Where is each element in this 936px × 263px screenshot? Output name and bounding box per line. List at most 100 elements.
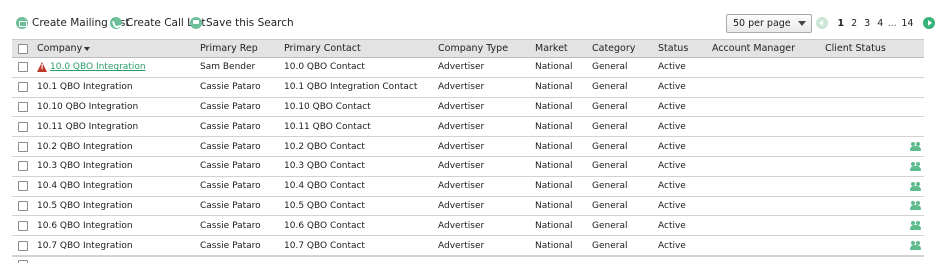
company-name: 10.11 QBO Integration	[37, 121, 139, 132]
table-row[interactable]: 10.7 QBO Integration Cassie Pataro 10.7 QB…	[12, 236, 924, 256]
chevron-down-icon	[798, 21, 806, 26]
cell-company-type: Advertiser	[438, 82, 485, 93]
header-market[interactable]: Market	[535, 40, 568, 57]
cell-company: 10.5 QBO Integration	[37, 197, 133, 216]
cell-company: 10.10 QBO Integration	[37, 98, 138, 117]
row-checkbox[interactable]	[18, 82, 28, 93]
cell-category: General	[592, 141, 628, 152]
previous-page-icon[interactable]	[816, 17, 828, 29]
cell-status: Active	[658, 181, 686, 192]
table-row[interactable]: 10.4 QBO Integration Cassie Pataro 10.4 QB…	[12, 176, 924, 197]
cell-status: Active	[658, 101, 686, 112]
company-name[interactable]: 10.0 QBO Integration	[50, 62, 146, 72]
row-checkbox[interactable]	[18, 220, 28, 231]
cell-category: General	[592, 200, 628, 211]
cell-primary-rep: Cassie Pataro	[200, 82, 261, 93]
row-checkbox[interactable]	[18, 121, 28, 132]
toolbar: Create Mailing List Create Call List Sav…	[0, 0, 936, 40]
page-link-3[interactable]: 3	[864, 18, 870, 29]
row-select	[18, 157, 28, 176]
page-link-1[interactable]: 1	[838, 18, 845, 29]
company-name: 10.5 QBO Integration	[37, 200, 133, 211]
header-account-manager[interactable]: Account Manager	[712, 40, 795, 57]
cell-market: National	[535, 121, 573, 132]
cell-client-status	[910, 177, 922, 196]
cell-category: General	[592, 181, 628, 192]
cell-client-status	[910, 236, 922, 255]
cell-company: 10.6 QBO Integration	[37, 216, 133, 235]
page-link-last[interactable]: 14	[901, 18, 913, 29]
cell-primary-rep: Cassie Pataro	[200, 220, 261, 231]
row-select	[18, 216, 28, 235]
company-name: 10.6 QBO Integration	[37, 220, 133, 231]
table-body: 10.0 QBO Integration Sam Bender 10.0 QBO C…	[12, 58, 924, 256]
row-checkbox[interactable]	[18, 141, 28, 152]
table-row[interactable]: 10.3 QBO Integration Cassie Pataro 10.3 QB…	[12, 156, 924, 177]
cell-primary-rep: Cassie Pataro	[200, 240, 261, 251]
row-checkbox[interactable]	[18, 62, 28, 73]
header-company-type[interactable]: Company Type	[438, 40, 508, 57]
sort-desc-icon	[84, 46, 91, 51]
table-row[interactable]: 10.5 QBO Integration Cassie Pataro 10.5 QB…	[12, 196, 924, 217]
cell-status: Active	[658, 240, 686, 251]
cell-market: National	[535, 62, 573, 73]
cell-company-type: Advertiser	[438, 181, 485, 192]
cell-primary-rep: Cassie Pataro	[200, 141, 261, 152]
table-row[interactable]: 10.10 QBO Integration Cassie Pataro 10.10 …	[12, 97, 924, 118]
header-company[interactable]: Company	[37, 40, 91, 57]
cell-company-type: Advertiser	[438, 141, 485, 152]
row-select	[18, 117, 28, 136]
group-icon[interactable]	[910, 142, 922, 152]
row-checkbox[interactable]	[18, 181, 28, 192]
per-page-value: 50 per page	[733, 18, 791, 29]
group-icon[interactable]	[910, 221, 922, 231]
group-icon[interactable]	[910, 181, 922, 191]
cell-company-type: Advertiser	[438, 62, 485, 73]
company-name: 10.1 QBO Integration	[37, 82, 133, 93]
per-page-select[interactable]: 50 per page	[726, 14, 812, 33]
group-icon[interactable]	[910, 201, 922, 211]
save-search-label: Save this Search	[206, 17, 294, 29]
cell-client-status	[910, 197, 922, 216]
cell-status: Active	[658, 161, 686, 172]
cell-market: National	[535, 161, 573, 172]
page-link-4[interactable]: 4	[877, 18, 883, 29]
select-all-checkbox[interactable]	[18, 43, 28, 54]
row-checkbox[interactable]	[18, 200, 28, 211]
row-checkbox[interactable]	[18, 161, 28, 172]
cell-market: National	[535, 181, 573, 192]
header-status[interactable]: Status	[658, 40, 688, 57]
cell-market: National	[535, 101, 573, 112]
next-page-icon[interactable]	[922, 17, 935, 29]
header-select-all	[18, 40, 28, 57]
cell-primary-rep: Sam Bender	[200, 62, 256, 73]
cell-market: National	[535, 240, 573, 251]
table-row[interactable]: 10.0 QBO Integration Sam Bender 10.0 QBO C…	[12, 58, 924, 78]
header-category[interactable]: Category	[592, 40, 635, 57]
cell-status: Active	[658, 141, 686, 152]
cell-company-type: Advertiser	[438, 121, 485, 132]
save-search-button[interactable]: Save this Search	[190, 15, 294, 31]
cell-company: 10.0 QBO Integration	[37, 58, 146, 77]
table-row[interactable]: 10.1 QBO Integration Cassie Pataro 10.1 QB…	[12, 77, 924, 98]
cell-company-type: Advertiser	[438, 161, 485, 172]
cell-category: General	[592, 121, 628, 132]
cell-primary-contact: 10.5 QBO Contact	[284, 200, 365, 211]
page-link-2[interactable]: 2	[851, 18, 857, 29]
header-primary-contact[interactable]: Primary Contact	[284, 40, 361, 57]
row-select	[18, 236, 28, 255]
cell-primary-rep: Cassie Pataro	[200, 181, 261, 192]
table-row[interactable]: 10.6 QBO Integration Cassie Pataro 10.6 QB…	[12, 216, 924, 237]
company-name: 10.3 QBO Integration	[37, 161, 133, 172]
cell-status: Active	[658, 200, 686, 211]
header-primary-rep[interactable]: Primary Rep	[200, 40, 258, 57]
table-row[interactable]: 10.11 QBO Integration Cassie Pataro 10.11 …	[12, 117, 924, 138]
group-icon[interactable]	[910, 241, 922, 251]
group-icon[interactable]	[910, 161, 922, 171]
envelope-icon	[16, 17, 28, 29]
row-checkbox[interactable]	[18, 101, 28, 112]
table-row[interactable]: 10.2 QBO Integration Cassie Pataro 10.2 QB…	[12, 137, 924, 157]
header-client-status[interactable]: Client Status	[825, 40, 886, 57]
cell-category: General	[592, 62, 628, 73]
row-checkbox[interactable]	[18, 240, 28, 251]
